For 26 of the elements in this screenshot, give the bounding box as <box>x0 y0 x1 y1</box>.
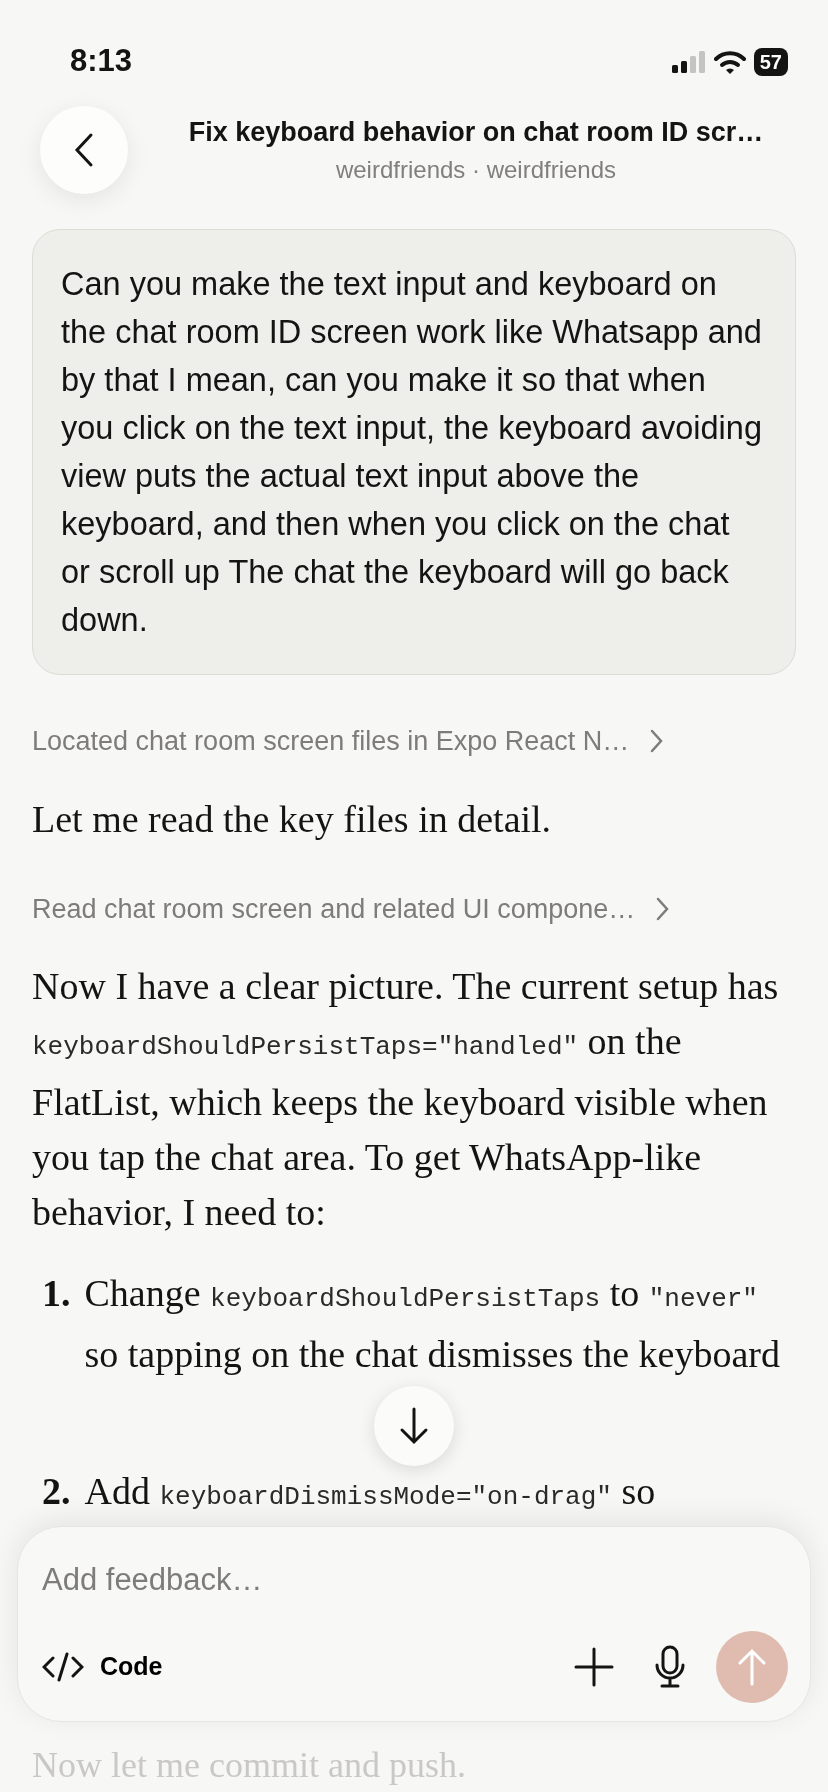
up-arrow-icon <box>737 1647 767 1687</box>
wifi-icon <box>713 49 746 74</box>
code-icon <box>42 1652 84 1682</box>
plus-icon <box>574 1647 614 1687</box>
microphone-icon <box>654 1645 686 1689</box>
chevron-right-icon <box>655 896 670 921</box>
feedback-input[interactable]: Add feedback… <box>42 1551 788 1610</box>
user-message: Can you make the text input and keyboard on the chat room ID screen work like Whatsapp and by that I mean, can you make it so that when you click on the text input, the keyboard avoiding view puts the actual text input above the keyboard, and then when you click on the chat or scroll up The chat the keyboard will go back down. <box>32 229 796 675</box>
assistant-paragraph: Now I have a clear picture. The current setup has keyboardShouldPersistTaps="handled" on the FlatList, which keeps the keyboard visible when you tap the chat area. To get WhatsApp-like behavior, I need to: <box>32 964 780 1235</box>
back-chevron-icon <box>73 132 95 168</box>
tool-step-row[interactable]: Located chat room screen files in Expo React N… <box>32 721 664 762</box>
list-number: 2. <box>42 1469 71 1514</box>
assistant-paragraph: Let me read the key files in detail. <box>32 796 552 842</box>
tool-step-row[interactable]: Read chat room screen and related UI compone… <box>32 888 670 929</box>
composer-field[interactable]: Add feedback… Code <box>17 1526 811 1722</box>
signal-icon <box>671 50 706 73</box>
battery-level: 57 <box>753 47 788 76</box>
list-item-text: Change keyboardShouldPersistTaps to "never" so tapping on the chat dismisses the keyboard <box>84 1271 781 1377</box>
down-arrow-icon <box>399 1406 429 1446</box>
conversation-title: Fix keyboard behavior on chat room ID scr… <box>188 115 764 149</box>
list-number: 1. <box>42 1271 71 1316</box>
status-time: 8:13 <box>70 42 133 81</box>
conversation-subtitle: weirdfriends · weirdfriends <box>335 155 617 186</box>
code-mode-button[interactable]: Code <box>42 1648 163 1686</box>
chevron-right-icon <box>649 729 664 754</box>
list-item-text: Add keyboardDismissMode="on-drag" so <box>84 1469 656 1514</box>
